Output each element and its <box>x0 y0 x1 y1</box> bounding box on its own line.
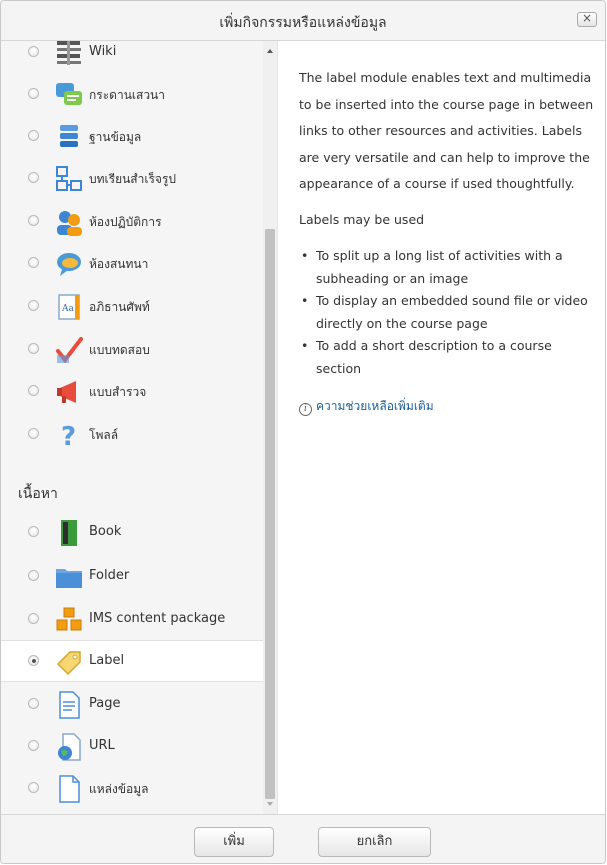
module-label: Wiki <box>89 44 117 59</box>
module-item-lesson[interactable]: บทเรียนสำเร็จรูป <box>1 158 263 200</box>
usage-item: To display an embedded sound file or vid… <box>299 290 599 335</box>
module-label: ห้องสนทนา <box>89 257 149 271</box>
resource-item-book[interactable]: Book <box>1 512 263 554</box>
radio-button[interactable] <box>28 613 39 624</box>
radio-button[interactable] <box>28 698 39 709</box>
module-item-wiki[interactable]: Wiki <box>1 41 263 74</box>
resource-label: Label <box>89 653 125 668</box>
module-item-survey[interactable]: แบบสำรวจ <box>1 371 263 413</box>
glossary-icon: Aa <box>58 294 80 320</box>
module-item-choice[interactable]: ? โพลล์ <box>1 414 263 456</box>
module-label: แบบสำรวจ <box>89 385 147 399</box>
module-description: The label module enables text and multim… <box>299 70 594 191</box>
quiz-icon <box>56 337 83 364</box>
dialog-title: เพิ่มกิจกรรมหรือแหล่งข้อมูล <box>219 15 387 31</box>
radio-button[interactable] <box>28 570 39 581</box>
module-item-database[interactable]: ฐานข้อมูล <box>1 116 263 158</box>
radio-button[interactable] <box>28 526 39 537</box>
radio-button[interactable] <box>28 88 39 99</box>
module-item-chat[interactable]: ห้องสนทนา <box>1 243 263 285</box>
module-label: ห้องปฏิบัติการ <box>89 215 162 229</box>
module-label: ฐานข้อมูล <box>89 130 142 144</box>
resource-label: IMS content package <box>89 611 226 626</box>
wiki-icon <box>57 41 81 65</box>
module-label: บทเรียนสำเร็จรูป <box>89 172 177 186</box>
radio-button[interactable] <box>28 740 39 751</box>
add-button[interactable]: เพิ่ม <box>194 827 274 857</box>
radio-button[interactable] <box>28 782 39 793</box>
resource-item-page[interactable]: Page <box>1 684 263 726</box>
resource-label: แหล่งข้อมูล <box>89 782 149 796</box>
scrollbar-thumb[interactable] <box>265 229 275 799</box>
more-help-label: ความช่วยเหลือเพิ่มเติม <box>316 399 434 413</box>
database-icon <box>60 125 78 147</box>
lesson-icon <box>56 166 82 191</box>
module-item-workshop[interactable]: ห้องปฏิบัติการ <box>1 201 263 243</box>
module-item-glossary[interactable]: Aa อภิธานศัพท์ <box>1 286 263 328</box>
book-icon <box>61 520 77 546</box>
close-icon: × <box>581 11 593 25</box>
ims-package-icon <box>56 607 82 631</box>
resource-item-label[interactable]: Label <box>1 640 263 682</box>
resource-item-file[interactable]: แหล่งข้อมูล <box>1 768 263 810</box>
radio-button[interactable] <box>28 343 39 354</box>
usage-item: To split up a long list of activities wi… <box>299 245 599 290</box>
radio-button[interactable] <box>28 385 39 396</box>
chat-icon <box>57 253 81 276</box>
radio-button[interactable] <box>28 130 39 141</box>
scroll-up-arrow-icon[interactable] <box>267 49 273 53</box>
module-item-quiz[interactable]: แบบทดสอบ <box>1 329 263 371</box>
module-item-forum[interactable]: กระดานเสวนา <box>1 74 263 116</box>
resource-item-url[interactable]: URL <box>1 726 263 768</box>
usage-list: To split up a long list of activities wi… <box>299 245 599 380</box>
workshop-icon <box>57 211 82 236</box>
radio-button[interactable] <box>28 257 39 268</box>
module-label: โพลล์ <box>89 428 119 442</box>
resource-item-folder[interactable]: Folder <box>1 556 263 598</box>
radio-button[interactable] <box>28 172 39 183</box>
radio-button[interactable] <box>28 46 39 57</box>
folder-icon <box>56 569 82 588</box>
close-button[interactable]: × <box>577 11 597 27</box>
resources-heading: เนื้อหา <box>18 486 58 502</box>
usage-item: To add a short description to a course s… <box>299 335 599 380</box>
resource-label: URL <box>89 738 115 753</box>
radio-button[interactable] <box>28 428 39 439</box>
survey-icon <box>57 381 76 403</box>
choice-icon: ? <box>61 422 76 450</box>
dialog-header: เพิ่มกิจกรรมหรือแหล่งข้อมูล × <box>1 1 605 41</box>
module-list-scrollbar[interactable] <box>263 41 278 814</box>
help-panel: The label module enables text and multim… <box>285 41 603 814</box>
url-icon <box>58 733 81 761</box>
resource-label: Book <box>89 524 122 539</box>
module-label: อภิธานศัพท์ <box>89 300 150 314</box>
file-icon <box>59 775 80 803</box>
resource-label: Page <box>89 696 121 711</box>
resource-item-ims[interactable]: IMS content package <box>1 599 263 641</box>
radio-button[interactable] <box>28 215 39 226</box>
svg-text:?: ? <box>61 422 76 450</box>
label-tag-icon <box>56 651 81 676</box>
module-label: กระดานเสวนา <box>89 88 165 102</box>
forum-icon <box>56 83 82 105</box>
cancel-button[interactable]: ยกเลิก <box>318 827 431 857</box>
info-icon: i <box>299 403 312 416</box>
module-label: แบบทดสอบ <box>89 343 150 357</box>
page-icon <box>59 691 80 719</box>
scroll-down-arrow-icon[interactable] <box>267 802 273 806</box>
add-activity-dialog: เพิ่มกิจกรรมหรือแหล่งข้อมูล × Wiki กระดา… <box>0 0 606 864</box>
dialog-footer: เพิ่ม ยกเลิก <box>1 814 605 863</box>
module-list: Wiki กระดานเสวนา ฐานข้อมูล บทเรียนสำเร็จ… <box>1 41 264 814</box>
radio-button-selected[interactable] <box>28 655 39 666</box>
radio-button[interactable] <box>28 300 39 311</box>
more-help-link[interactable]: i ความช่วยเหลือเพิ่มเติม <box>299 397 434 416</box>
resource-label: Folder <box>89 568 130 583</box>
usage-intro: Labels may be used <box>299 212 425 227</box>
svg-text:Aa: Aa <box>61 304 74 314</box>
